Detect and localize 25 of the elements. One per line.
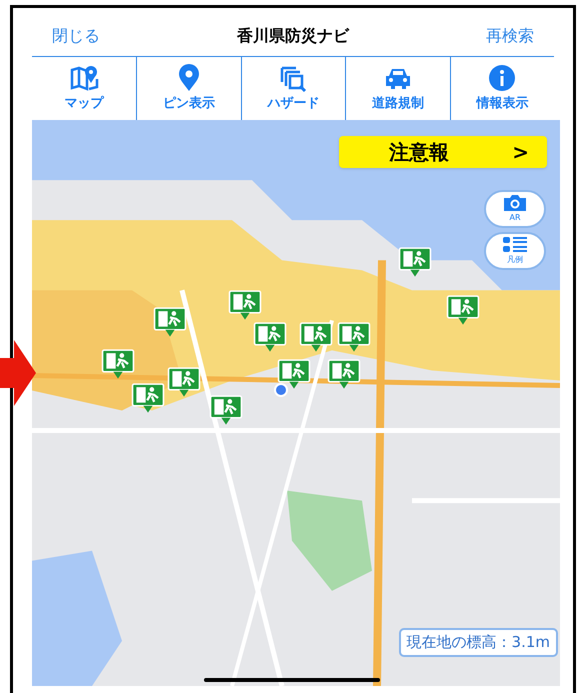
- toolbar-tab[interactable]: マップ: [32, 57, 136, 120]
- evacuation-marker-icon[interactable]: [209, 394, 243, 426]
- evacuation-marker-icon[interactable]: [337, 321, 371, 353]
- evacuation-marker-icon[interactable]: [327, 358, 361, 390]
- evacuation-marker-icon[interactable]: [446, 294, 480, 326]
- elevation-label: 現在地の標高：3.1m: [398, 628, 558, 656]
- evacuation-marker-icon[interactable]: [131, 382, 165, 414]
- evacuation-marker-icon[interactable]: [167, 366, 201, 398]
- map-view[interactable]: 注意報 > AR 凡例 現在地の標高：3.1m: [32, 120, 560, 686]
- pointer-arrow-icon: [0, 340, 36, 406]
- alert-button[interactable]: 注意報 >: [339, 136, 547, 168]
- evacuation-marker-icon[interactable]: [101, 348, 135, 380]
- app-title: 香川県防災ナビ: [237, 24, 349, 46]
- search-again-button[interactable]: 再検索: [486, 24, 534, 48]
- close-button[interactable]: 閉じる: [52, 24, 100, 48]
- evacuation-marker-icon[interactable]: [253, 321, 287, 353]
- evacuation-marker-icon[interactable]: [299, 321, 333, 353]
- evacuation-marker-icon[interactable]: [398, 246, 432, 278]
- evacuation-marker-icon[interactable]: [277, 358, 311, 390]
- evacuation-marker-icon[interactable]: [153, 306, 187, 338]
- list-icon: [502, 236, 528, 254]
- info-icon: [487, 64, 518, 92]
- map-pin-icon: [69, 64, 100, 92]
- camera-icon: [502, 194, 528, 212]
- evacuation-marker-icon[interactable]: [228, 289, 262, 321]
